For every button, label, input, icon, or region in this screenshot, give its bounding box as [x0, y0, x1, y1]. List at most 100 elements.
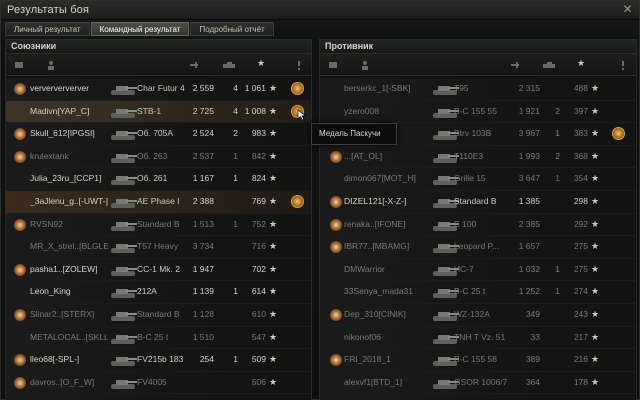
medals-icon[interactable] [618, 60, 628, 70]
player-row[interactable]: Julia_23ru_[CCP1] Об. 261 1 167 1 824 ★ [6, 168, 311, 191]
player-row[interactable]: Slinar2..[STERX] Standard B 1 128 610 ★ [6, 303, 311, 327]
squad-icon[interactable] [328, 60, 338, 70]
player-name: alexvf1[BTD_1] [344, 376, 403, 387]
squad-icon[interactable] [14, 60, 24, 70]
xp-value: 702 [251, 263, 266, 274]
tank-name: Strv 103B [454, 128, 492, 139]
tank-icon [111, 131, 137, 141]
medal-icon[interactable] [291, 82, 304, 95]
tank-name: Об. 261 [137, 173, 168, 184]
damage-icon[interactable] [189, 60, 199, 70]
player-row[interactable]: METALOCAL..[SKLLL] B-C 25 t 1 510 547 ★ [6, 326, 311, 350]
medal-tooltip: Медаль Паскучи [311, 123, 397, 145]
clan-emblem-icon [330, 195, 342, 208]
player-row[interactable]: Skull_612[IPGSI] Об. 705А 2 524 2 983 ★ [6, 123, 311, 146]
player-row[interactable]: Leon_King 212A 1 139 1 614 ★ [6, 281, 311, 304]
xp-value: 610 [251, 308, 266, 319]
clan-emblem-icon [14, 128, 26, 141]
medal-icon[interactable] [291, 194, 304, 208]
xp-value: 506 [251, 376, 266, 387]
clan-emblem-icon [330, 354, 342, 367]
xp-star-icon[interactable]: ★ [577, 58, 587, 68]
player-icon[interactable] [360, 60, 370, 70]
player-row[interactable]: ...[AT_OL] T110E3 1 993 2 368 ★ [320, 145, 636, 169]
player-row[interactable]: ververververver Char Futur 4 2 559 4 1 061 ★ [6, 78, 311, 101]
xp-value: 292 [573, 218, 588, 229]
xp-value: 716 [251, 241, 266, 252]
player-row[interactable]: SaltyFish1245238Char Futur 40173★ [320, 394, 636, 400]
player-row[interactable]: Dep_310[CINIK] WZ-132A 349 243 ★ [320, 303, 636, 327]
xp-star-icon[interactable]: ★ [257, 58, 267, 68]
player-row[interactable]: DMWarrior ИС-7 1 032 1 275 ★ [320, 258, 636, 282]
damage-value: 2 725 [192, 105, 214, 116]
clan-emblem-icon [14, 263, 26, 276]
clan-emblem-icon [14, 308, 26, 321]
player-row[interactable]: krulextank Об. 263 2 537 1 842 ★ [6, 145, 311, 169]
player-row[interactable]: alexvf1[BTD_1] GSOR 1006/7 364 178 ★ [320, 371, 636, 395]
xp-value: 275 [573, 241, 588, 252]
player-row[interactable]: DIZEL121[-X-Z-] Standard B 1 385 298 ★ [320, 190, 636, 214]
player-name: Dep_310[CINIK] [344, 308, 406, 319]
player-name: ...[AT_OL] [344, 150, 383, 161]
tab-bar: Личный результат Командный результат Под… [5, 22, 274, 36]
close-icon[interactable]: ✕ [621, 3, 634, 16]
player-row[interactable]: pasha1..[ZOLEW] CC-1 Mk. 2 1 947 702 ★ [6, 258, 311, 282]
damage-value: 2 388 [192, 195, 214, 206]
tank-name: B-C 155 58 [454, 354, 497, 365]
player-row[interactable]: renaka..[IFONE] E 100 2 385 292 ★ [320, 213, 636, 237]
damage-value: 1 513 [192, 218, 214, 229]
damage-value: 1 947 [192, 263, 214, 274]
battle-results-window: Результаты боя ✕ Личный результат Команд… [0, 0, 640, 400]
player-row[interactable]: _3aJlenu_g..[-UWT-] AE Phase I 2 388 769 ★ [6, 190, 311, 214]
xp-value: 397 [573, 105, 588, 116]
frags-value: 1 [555, 286, 560, 297]
player-row[interactable]: nikonof06 TNH T Vz. 51 33 217 ★ [320, 326, 636, 350]
player-row[interactable]: dimon067[MOT_H] Grille 15 3 647 1 354 ★ [320, 168, 636, 191]
player-name: IBR77..[MBAMG] [344, 241, 410, 252]
frags-icon[interactable] [542, 60, 558, 70]
player-row[interactable]: IBR77..[MBAMG] Leopard P... 1 657 275 ★ [320, 236, 636, 259]
tank-icon [111, 108, 137, 118]
player-row[interactable]: davros..[O_F_W] FV4005 506 ★ [6, 371, 311, 395]
player-row[interactable]: tankis_97_..[WAGGP]AMX 13 90215486★ [6, 394, 311, 400]
tank-name: Standard B [137, 308, 180, 319]
player-name: Julia_23ru_[CCP1] [30, 173, 102, 184]
medals-icon[interactable] [294, 60, 304, 70]
medal-icon[interactable] [612, 127, 625, 141]
player-row[interactable]: 33Senya_mada31 B-C 25 t 1 252 1 274 ★ [320, 281, 636, 304]
frags-icon[interactable] [222, 60, 238, 70]
frags-value: 1 [233, 286, 238, 297]
player-name: Slinar2..[STERX] [30, 308, 95, 319]
player-icon[interactable] [46, 60, 56, 70]
xp-star-icon: ★ [269, 376, 278, 387]
xp-star-icon: ★ [591, 354, 600, 365]
player-name: DMWarrior [344, 263, 385, 274]
tank-name: ИС-7 [454, 263, 474, 274]
xp-star-icon: ★ [269, 263, 278, 274]
tank-name: Grille 15 [454, 173, 486, 184]
player-name: METALOCAL..[SKLLL] [30, 331, 108, 342]
xp-value: 509 [251, 354, 266, 365]
xp-star-icon: ★ [269, 83, 278, 93]
damage-value: 1 252 [518, 286, 540, 297]
player-row[interactable]: MR_X_strel..[BLGLE] T57 Heavy 3 734 716 ★ [6, 236, 311, 259]
player-row[interactable]: berserkc_1[-SBK] T95 2 315 488 ★ [320, 78, 636, 101]
player-name: FRI_2018_1 [344, 354, 391, 365]
player-row[interactable]: RVSN92 Standard B 1 513 1 752 ★ [6, 213, 311, 237]
damage-value: 1 993 [518, 150, 540, 161]
damage-icon[interactable] [510, 60, 520, 70]
tab-detailed[interactable]: Подробный отчёт [190, 22, 274, 36]
player-name: berserkc_1[-SBK] [344, 83, 411, 93]
player-row[interactable]: yzero008 B-C 155 55 1 921 2 397 ★ [320, 100, 636, 124]
clan-emblem-icon [14, 376, 26, 389]
player-row[interactable]: FRI_2018_1 B-C 155 58 389 216 ★ [320, 349, 636, 372]
player-row[interactable]: Madivn[YAP_C] STB-1 2 725 4 1 008 ★ [6, 100, 311, 124]
xp-value: 769 [251, 195, 266, 206]
tank-icon [111, 176, 137, 186]
xp-star-icon: ★ [591, 376, 600, 387]
player-name: MR_X_strel..[BLGLE] [30, 241, 108, 252]
tab-personal[interactable]: Личный результат [5, 22, 90, 36]
player-row[interactable]: lleo68[-SPL-] FV215b 183 254 1 509 ★ [6, 349, 311, 372]
frags-value: 2 [555, 150, 560, 161]
tab-team[interactable]: Командный результат [90, 22, 190, 36]
